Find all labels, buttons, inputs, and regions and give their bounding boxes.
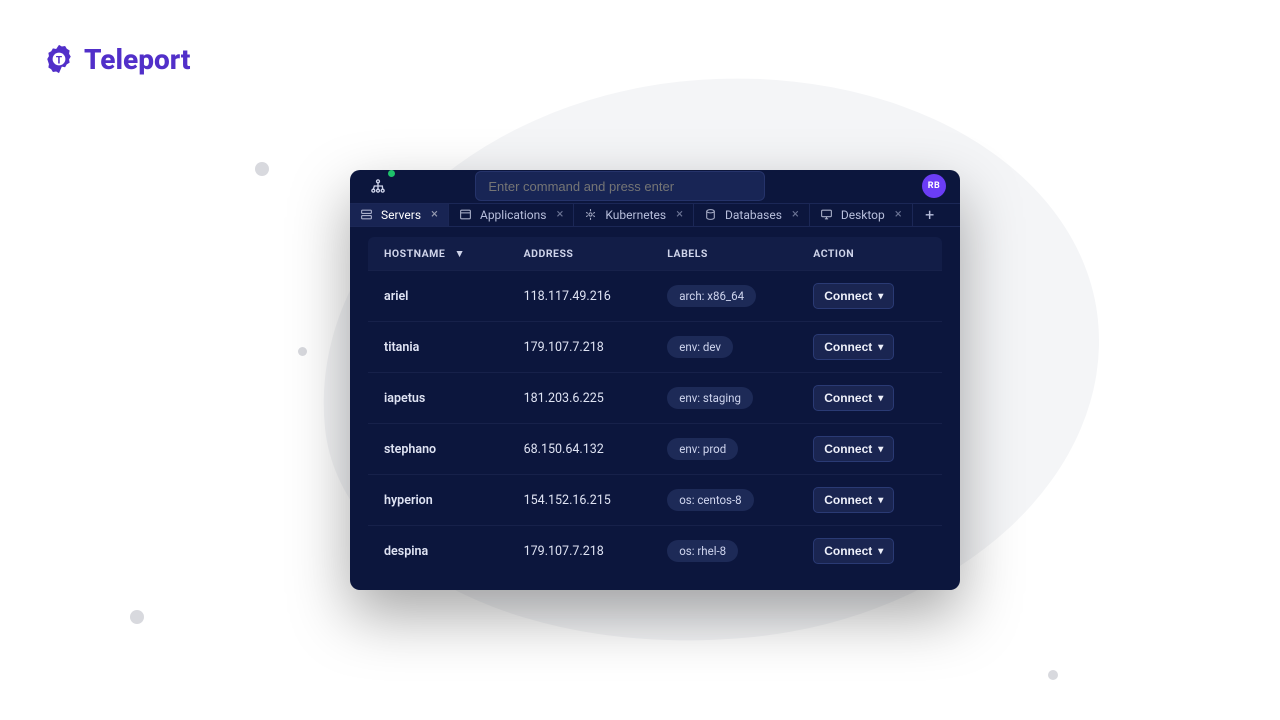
cell-hostname: despina — [368, 526, 518, 577]
tab-add-button[interactable]: + — [913, 204, 947, 226]
cell-address: 181.203.6.225 — [518, 373, 662, 424]
window-icon — [459, 208, 472, 221]
cell-action: Connect▾ — [807, 424, 942, 475]
user-initials: RB — [928, 181, 941, 191]
col-labels[interactable]: LABELS — [661, 237, 807, 271]
label-pill: env: prod — [667, 438, 738, 460]
chevron-down-icon: ▾ — [878, 342, 883, 353]
tab-close-icon[interactable]: × — [895, 207, 902, 222]
sort-desc-icon: ▼ — [454, 247, 465, 260]
cell-address: 68.150.64.132 — [518, 424, 662, 475]
chevron-down-icon: ▾ — [878, 444, 883, 455]
svg-text:T: T — [56, 55, 62, 66]
connect-button[interactable]: Connect▾ — [813, 283, 894, 309]
cell-action: Connect▾ — [807, 526, 942, 577]
tab-label: Kubernetes — [605, 208, 666, 222]
cell-labels: arch: x86_64 — [661, 271, 807, 322]
cell-hostname: stephano — [368, 424, 518, 475]
cell-labels: os: centos-8 — [661, 475, 807, 526]
cell-address: 118.117.49.216 — [518, 271, 662, 322]
servers-tbody: ariel118.117.49.216arch: x86_64Connect▾t… — [368, 271, 942, 577]
table-row: hyperion154.152.16.215os: centos-8 Connec… — [368, 475, 942, 526]
table-row: despina179.107.7.218os: rhel-8 Connect▾ — [368, 526, 942, 577]
app-window: RB Servers×Applications×Kubernetes×Datab… — [350, 170, 960, 590]
connect-button[interactable]: Connect▾ — [813, 538, 894, 564]
cell-address: 179.107.7.218 — [518, 322, 662, 373]
tab-close-icon[interactable]: × — [792, 207, 799, 222]
connect-button[interactable]: Connect▾ — [813, 487, 894, 513]
tab-applications[interactable]: Applications × — [449, 204, 574, 226]
cell-address: 179.107.7.218 — [518, 526, 662, 577]
tab-close-icon[interactable]: × — [676, 207, 683, 222]
tab-servers[interactable]: Servers × — [350, 204, 449, 226]
cell-hostname: ariel — [368, 271, 518, 322]
cell-action: Connect▾ — [807, 271, 942, 322]
connect-button[interactable]: Connect▾ — [813, 436, 894, 462]
cluster-tree-button[interactable] — [364, 172, 392, 200]
tab-label: Databases — [725, 208, 782, 222]
table-row: ariel118.117.49.216arch: x86_64 Connect▾ — [368, 271, 942, 322]
cell-labels: os: rhel-8 — [661, 526, 807, 577]
col-address[interactable]: ADDRESS — [518, 237, 662, 271]
tab-close-icon[interactable]: × — [431, 207, 438, 222]
connect-button[interactable]: Connect▾ — [813, 334, 894, 360]
col-action: ACTION — [807, 237, 942, 271]
chevron-down-icon: ▾ — [878, 546, 883, 557]
table-row: stephano68.150.64.132env: prod Connect▾ — [368, 424, 942, 475]
tab-desktop[interactable]: Desktop × — [810, 204, 913, 226]
tab-strip: Servers×Applications×Kubernetes×Database… — [350, 203, 960, 227]
user-avatar[interactable]: RB — [922, 174, 946, 198]
connection-status-dot — [388, 170, 395, 177]
tab-close-icon[interactable]: × — [556, 207, 563, 222]
chevron-down-icon: ▾ — [878, 291, 883, 302]
cell-labels: env: prod — [661, 424, 807, 475]
label-pill: arch: x86_64 — [667, 285, 756, 307]
tab-label: Applications — [480, 208, 546, 222]
label-pill: env: dev — [667, 336, 733, 358]
label-pill: env: staging — [667, 387, 753, 409]
servers-table-container: HOSTNAME ▼ ADDRESS LABELS ACTION ariel11… — [350, 227, 960, 590]
tab-databases[interactable]: Databases × — [694, 204, 810, 226]
connect-button[interactable]: Connect▾ — [813, 385, 894, 411]
table-row: titania179.107.7.218env: dev Connect▾ — [368, 322, 942, 373]
brand-logo: T Teleport — [42, 42, 190, 76]
servers-table: HOSTNAME ▼ ADDRESS LABELS ACTION ariel11… — [368, 237, 942, 576]
brand-name: Teleport — [84, 43, 190, 76]
col-hostname[interactable]: HOSTNAME ▼ — [368, 237, 518, 271]
chevron-down-icon: ▾ — [878, 393, 883, 404]
cell-labels: env: staging — [661, 373, 807, 424]
table-row: iapetus181.203.6.225env: staging Connect▾ — [368, 373, 942, 424]
tab-label: Servers — [381, 208, 421, 222]
command-input[interactable] — [475, 171, 765, 201]
cell-action: Connect▾ — [807, 475, 942, 526]
desktop-icon — [820, 208, 833, 221]
chevron-down-icon: ▾ — [878, 495, 883, 506]
label-pill: os: rhel-8 — [667, 540, 738, 562]
cell-action: Connect▾ — [807, 373, 942, 424]
hierarchy-icon — [370, 178, 386, 194]
cell-action: Connect▾ — [807, 322, 942, 373]
cell-hostname: hyperion — [368, 475, 518, 526]
top-bar: RB — [350, 170, 960, 203]
k8s-icon — [584, 208, 597, 221]
database-icon — [704, 208, 717, 221]
cell-address: 154.152.16.215 — [518, 475, 662, 526]
teleport-gear-icon: T — [42, 42, 76, 76]
cell-hostname: iapetus — [368, 373, 518, 424]
server-icon — [360, 208, 373, 221]
cell-labels: env: dev — [661, 322, 807, 373]
cell-hostname: titania — [368, 322, 518, 373]
tab-label: Desktop — [841, 208, 885, 222]
label-pill: os: centos-8 — [667, 489, 753, 511]
tab-kubernetes[interactable]: Kubernetes × — [574, 204, 694, 226]
